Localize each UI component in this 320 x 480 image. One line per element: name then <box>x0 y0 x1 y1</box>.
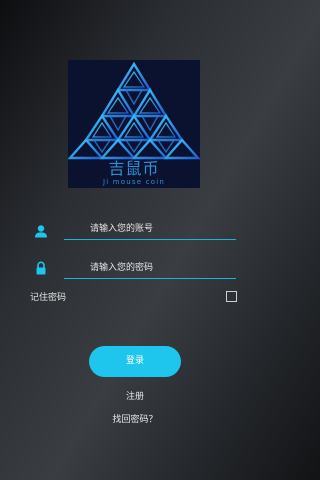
app-logo: 吉鼠币 Ji mouse coin <box>68 60 200 188</box>
remember-password-label: 记住密码 <box>30 293 67 303</box>
login-button[interactable]: 登录 <box>89 346 181 377</box>
lock-icon <box>34 261 48 275</box>
forgot-password-link[interactable]: 找回密码？ <box>0 414 270 426</box>
user-icon <box>34 224 48 238</box>
password-input[interactable]: 请输入您的密码 <box>90 262 153 274</box>
account-input-underline <box>64 239 236 240</box>
logo-chinese-text: 吉鼠币 <box>108 159 160 178</box>
remember-password-checkbox[interactable] <box>226 291 237 302</box>
register-link[interactable]: 注册 <box>0 391 270 403</box>
logo-english-text: Ji mouse coin <box>102 178 166 186</box>
account-input[interactable]: 请输入您的账号 <box>90 223 153 235</box>
password-input-underline <box>64 278 236 279</box>
